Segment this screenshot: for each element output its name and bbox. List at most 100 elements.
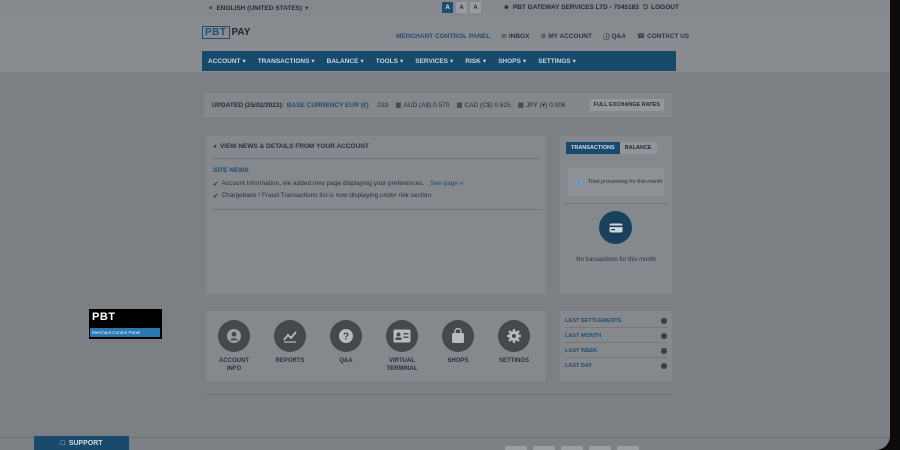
my-account-link[interactable]: ⚙ MY ACCOUNT — [540, 31, 592, 41]
header-links: MERCHANT CONTROL PANEL ✉ INBOX ⚙ MY ACCOUN… — [396, 31, 689, 42]
full-exchange-rates-button[interactable]: FULL EXCHANGE RATES — [589, 99, 664, 111]
payment-logos — [505, 446, 639, 450]
screen-bezel — [890, 0, 900, 450]
shortcut-reports[interactable]: REPORTS — [264, 320, 316, 365]
rate-cad-value: CAD (C$) 0.625 — [464, 101, 511, 109]
divider — [212, 209, 542, 210]
shortcut-label-line2: INFO — [226, 366, 242, 372]
shortcut-qa[interactable]: ? Q&A — [320, 320, 372, 365]
shortcut-label-line1: VIRTUAL — [389, 358, 415, 364]
shortcut-label-line1: SHOPS — [447, 358, 469, 364]
rate-jpy: ▦ JPY (¥) 0.006 — [517, 101, 566, 110]
tab-balance[interactable]: BALANCE — [619, 142, 657, 154]
shopping-bag-icon — [442, 320, 474, 352]
nav-tools[interactable]: TOOLS ▾ — [370, 57, 410, 66]
divider — [212, 158, 540, 159]
payment-logo — [505, 446, 527, 450]
utility-bar: ⚭ ENGLISH (UNITED STATES) ▾ A A A ☻ PBT … — [0, 0, 890, 16]
last-month-link[interactable]: LAST MONTH — [565, 329, 667, 343]
language-selector[interactable]: ⚭ ENGLISH (UNITED STATES) ▾ — [208, 4, 308, 13]
news-item-text: Chargeback / Fraud Transactions list is … — [221, 192, 433, 199]
merchant-panel-link[interactable]: MERCHANT CONTROL PANEL — [396, 31, 490, 41]
nav-transactions[interactable]: TRANSACTIONS ▾ — [252, 57, 321, 66]
font-size-large-button[interactable]: A — [470, 2, 481, 13]
gear-icon: ⚙ — [540, 33, 547, 40]
settlement-label: LAST DAY — [565, 363, 592, 369]
divider — [204, 394, 674, 395]
arrow-circle-icon — [661, 363, 667, 369]
font-size-medium-button[interactable]: A — [456, 2, 467, 13]
rate-aud: ▦ AUD (A$) 0.570 — [395, 101, 449, 110]
nav-transactions-label: TRANSACTIONS — [257, 57, 310, 65]
shortcut-label-line1: ACCOUNT — [219, 358, 249, 364]
pbt-pay-logo[interactable]: PBT PAY — [202, 26, 250, 39]
nav-account[interactable]: ACCOUNT ▾ — [202, 57, 252, 66]
last-week-link[interactable]: LAST WEEK — [565, 344, 667, 358]
nav-account-label: ACCOUNT — [208, 57, 241, 65]
base-currency: BASE CURRENCY EUR (€) — [286, 101, 369, 109]
news-item-text: Account Information, we added new page d… — [221, 180, 425, 187]
arrow-circle-icon — [661, 347, 667, 354]
rates-updated: UPDATED (25/02/2023): — [212, 101, 284, 109]
chevron-down-icon: ▾ — [360, 58, 364, 65]
user-icon — [218, 320, 250, 352]
no-transactions-text: No transactions for this month — [576, 257, 656, 263]
shortcut-shops[interactable]: SHOPS — [432, 320, 484, 365]
shortcut-settings[interactable]: SETTINGS — [488, 320, 540, 365]
support-button[interactable]: □ SUPPORT — [34, 436, 129, 450]
payment-logo — [561, 446, 583, 450]
nav-balance[interactable]: BALANCE ▾ — [321, 57, 370, 66]
main-nav: ACCOUNT ▾ TRANSACTIONS ▾ BALANCE ▾ TOOLS ▾ S… — [202, 51, 676, 71]
nav-shops[interactable]: SHOPS ▾ — [492, 57, 532, 66]
chevron-down-icon: ▾ — [450, 58, 454, 65]
news-heading-text: VIEW NEWS & DETAILS FROM YOUR ACCOUNT — [219, 143, 369, 150]
shortcut-account-info[interactable]: ACCOUNT INFO — [208, 320, 260, 373]
nav-services-label: SERVICES — [415, 57, 449, 65]
transactions-panel: TRANSACTIONS BALANCE i Total processing … — [560, 136, 672, 294]
check-circle-icon: ✔ — [213, 181, 219, 188]
currency-icon: ▦ — [456, 102, 463, 109]
arrow-circle-icon — [661, 332, 667, 339]
currency-icon: ▦ — [517, 102, 524, 109]
logout-icon: ⎋ — [643, 4, 649, 11]
contact-link[interactable]: ☎ CONTACT US — [637, 31, 689, 41]
chart-icon — [274, 320, 306, 352]
question-icon: ⓘ — [602, 34, 610, 41]
see-page-link[interactable]: See page » — [430, 180, 463, 188]
logout-label: LOGOUT — [651, 4, 679, 11]
tab-transactions[interactable]: TRANSACTIONS — [566, 142, 620, 154]
nav-services[interactable]: SERVICES ▾ — [409, 57, 459, 66]
font-size-small-button[interactable]: A — [442, 2, 453, 13]
shortcut-label-line1: SETTINGS — [498, 358, 529, 364]
logout-link[interactable]: ⎋ LOGOUT — [643, 4, 679, 12]
news-item: ✔ Account Information, we added new page… — [213, 180, 463, 188]
settlements-panel: LAST SETTLEMENTS LAST MONTH LAST WEEK LA… — [560, 311, 672, 381]
settlement-label: LAST MONTH — [565, 332, 602, 339]
nav-settings[interactable]: SETTINGS ▾ — [532, 57, 582, 66]
svg-text:?: ? — [343, 332, 349, 343]
nav-risk-label: RISK — [465, 57, 481, 65]
tx-tabs: TRANSACTIONS BALANCE — [566, 142, 657, 154]
shortcut-virtual-terminal[interactable]: VIRTUAL TERMINAL — [376, 320, 428, 373]
chevron-down-icon: ▾ — [242, 58, 246, 65]
inbox-link[interactable]: ✉ INBOX — [501, 31, 529, 41]
shortcut-label: SHOPS — [447, 357, 468, 365]
company-account[interactable]: ☻ PBT GATEWAY SERVICES LTD - 7045183 — [503, 4, 639, 11]
shortcut-label: SETTINGS — [499, 357, 529, 365]
exchange-rates-bar: UPDATED (25/02/2023): BASE CURRENCY EUR … — [204, 93, 672, 117]
rate-partial: .033 — [375, 101, 389, 109]
last-settlements-link[interactable]: LAST SETTLEMENTS — [565, 314, 667, 328]
nav-settings-label: SETTINGS — [538, 57, 571, 65]
qa-link[interactable]: ⓘ Q&A — [602, 31, 626, 42]
payment-logo — [589, 446, 611, 450]
processing-info: i Total processing for this month — [568, 168, 664, 196]
nav-risk[interactable]: RISK ▾ — [459, 57, 492, 66]
payment-logo — [617, 446, 639, 450]
shortcut-label: VIRTUAL TERMINAL — [387, 357, 418, 373]
user-icon: ☻ — [503, 4, 510, 11]
inbox-label: INBOX — [508, 32, 530, 40]
arrow-circle-icon — [661, 317, 667, 324]
last-day-link[interactable]: LAST DAY — [565, 359, 667, 373]
footer-divider — [0, 437, 890, 438]
chevron-down-icon: ▾ — [482, 58, 487, 65]
